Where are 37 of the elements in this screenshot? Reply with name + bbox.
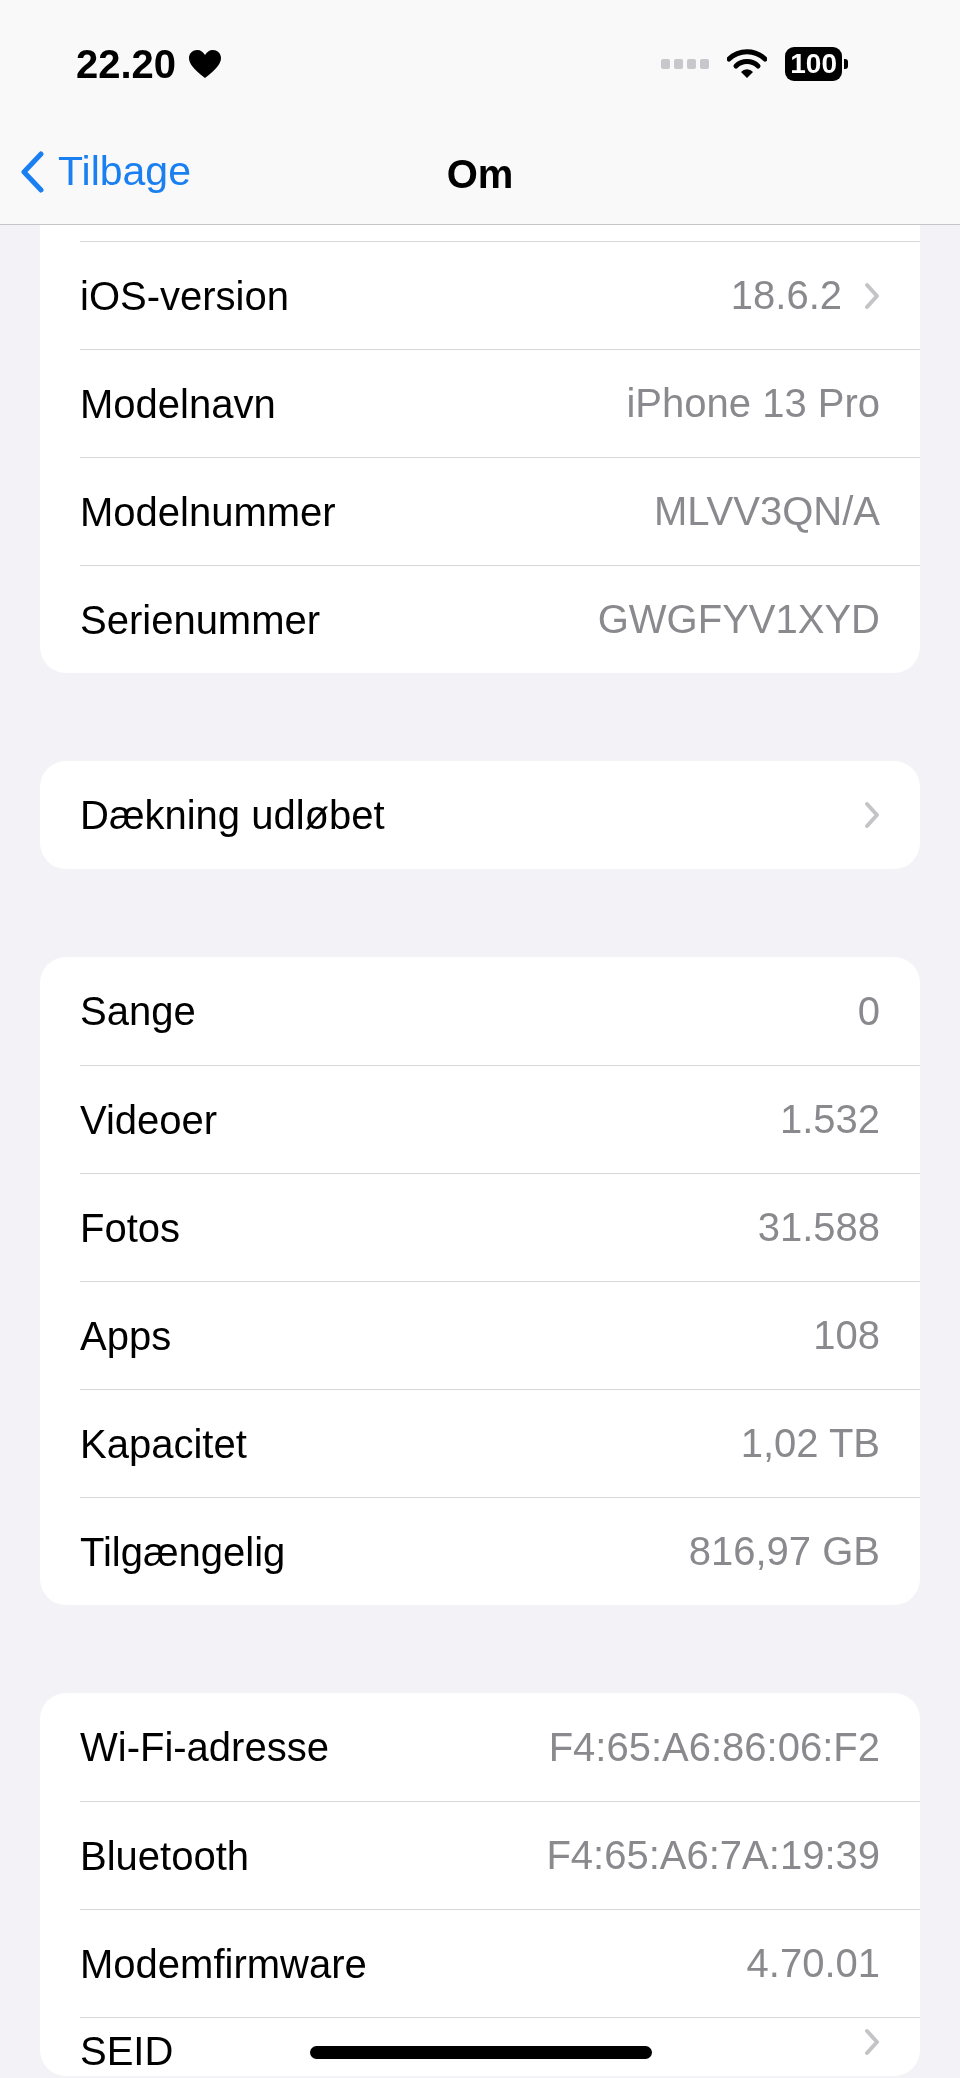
heart-icon (188, 49, 223, 79)
row-value: 108 (813, 1313, 880, 1358)
row-label: Tilgængelig (80, 1528, 286, 1575)
back-button[interactable]: Tilbage (20, 148, 191, 195)
wifi-icon (727, 49, 768, 79)
home-indicator[interactable] (310, 2046, 652, 2059)
row-label: Sange (80, 988, 196, 1034)
page-title: Om (446, 152, 514, 197)
row-label: Fotos (80, 1204, 181, 1251)
signal-icon (661, 59, 710, 69)
row-label: Apps (80, 1312, 172, 1359)
row-label: Modelnummer (80, 488, 336, 535)
row-value: 4.70.01 (746, 1941, 880, 1986)
row-value: F4:65:A6:7A:19:39 (546, 1833, 880, 1878)
battery-indicator: 100 (785, 47, 848, 81)
row-value: 0 (857, 988, 880, 1034)
row-label[interactable]: Dækning udløbet (80, 792, 385, 838)
row-label: Bluetooth (80, 1832, 250, 1879)
row-label: Modemfirmware (80, 1940, 367, 1987)
row-label: Videoer (80, 1096, 218, 1143)
row-label: Serienummer (80, 596, 321, 643)
row-value: 1,02 TB (740, 1421, 880, 1466)
row-label: Modelnavn (80, 380, 276, 427)
row-value: GWGFYV1XYD (597, 597, 880, 642)
row-value: 1.532 (779, 1097, 880, 1142)
row-value: iPhone 13 Pro (626, 381, 880, 426)
row-value: MLVV3QN/A (654, 489, 880, 534)
row-label[interactable]: SEID (80, 2028, 174, 2074)
row-value: 18.6.2 (730, 273, 842, 318)
row-label: Kapacitet (80, 1420, 247, 1467)
row-value: F4:65:A6:86:06:F2 (548, 1724, 880, 1770)
clock-time: 22.20 (76, 41, 177, 87)
row-label: Wi-Fi-adresse (80, 1724, 329, 1770)
back-chevron-icon (20, 150, 44, 193)
row-label[interactable]: iOS-version (80, 272, 289, 319)
row-value: 31.588 (757, 1205, 880, 1250)
row-value: 816,97 GB (688, 1529, 880, 1574)
